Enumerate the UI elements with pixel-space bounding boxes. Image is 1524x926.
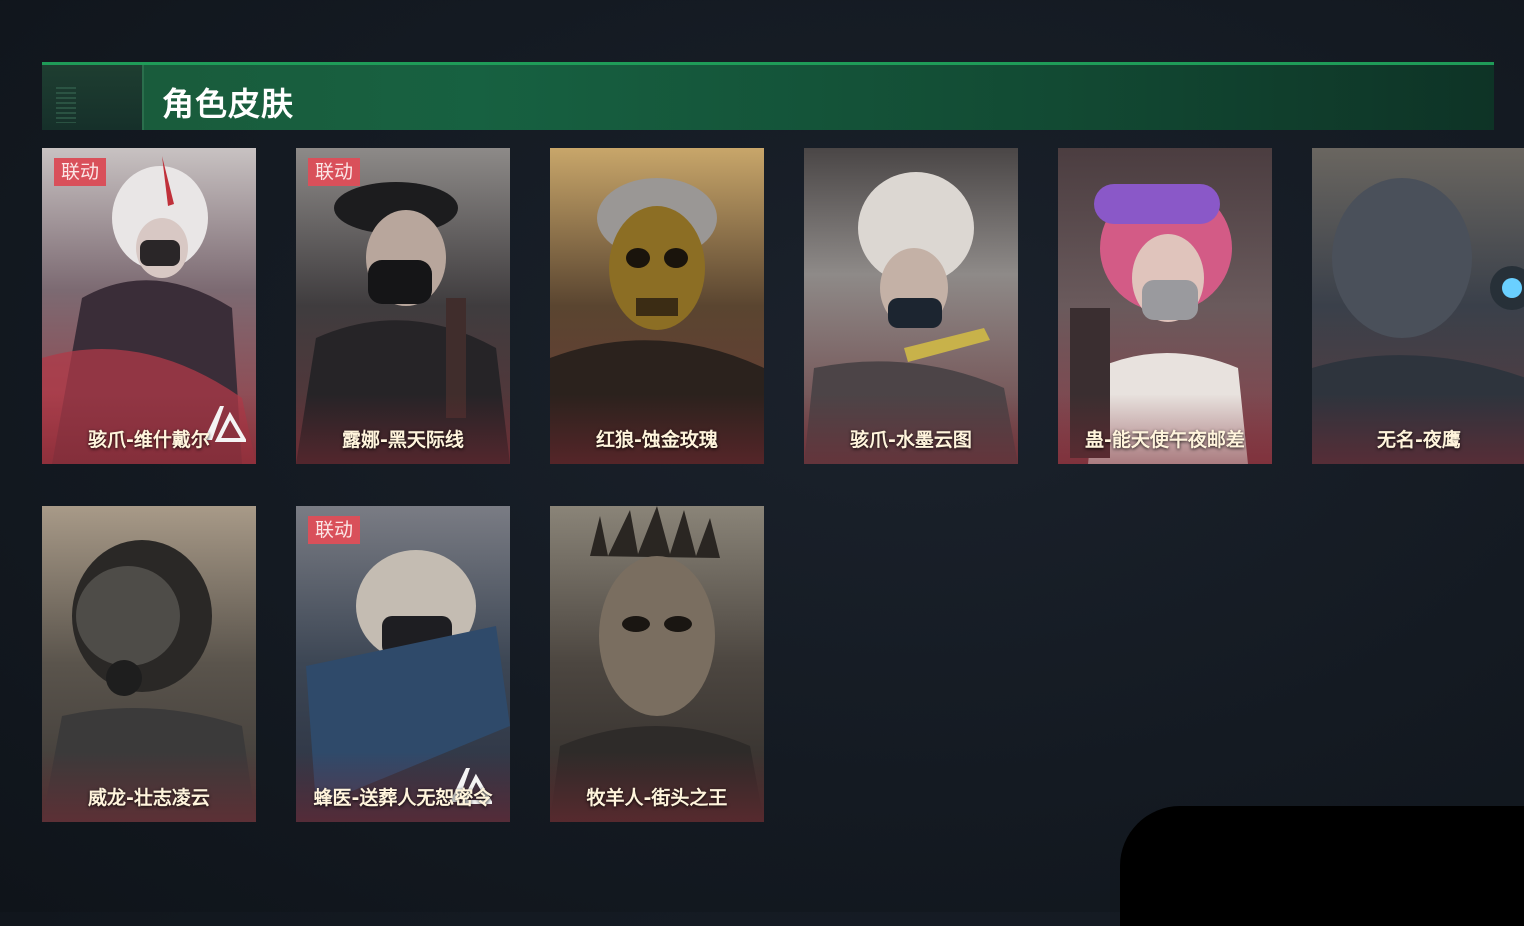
skin-card-wolf[interactable]: 红狼-蚀金玫瑰 xyxy=(550,148,764,464)
skin-card-nightowl[interactable]: 无名-夜鹰 xyxy=(1312,148,1524,464)
skin-card-shepherd[interactable]: 牧羊人-街头之王 xyxy=(550,506,764,822)
collab-badge: 联动 xyxy=(54,158,107,186)
skin-name: 蛊-能天使午夜邮差 xyxy=(1085,429,1245,451)
skin-name: 骇爪-维什戴尔 xyxy=(88,429,210,451)
collab-badge: 联动 xyxy=(308,516,361,544)
skin-name: 骇爪-水墨云图 xyxy=(850,429,972,451)
skin-card-ink[interactable]: 骇爪-水墨云图 xyxy=(804,148,1018,464)
skin-name: 蜂医-送葬人无恕密令 xyxy=(313,787,493,809)
collab-badge: 联动 xyxy=(308,158,361,186)
section-title: 角色皮肤 xyxy=(162,85,295,123)
skin-card-medic[interactable]: 联动 蜂医-送葬人无恕密令 xyxy=(296,506,510,822)
header-decoration xyxy=(42,65,144,130)
skin-card-luna[interactable]: 联动 露娜-黑天际线 xyxy=(296,148,510,464)
skin-card-gu[interactable]: 蛊-能天使午夜邮差 xyxy=(1058,148,1272,464)
skin-name: 牧羊人-街头之王 xyxy=(586,787,728,809)
dark-overlay xyxy=(1120,806,1524,926)
skin-name: 露娜-黑天际线 xyxy=(342,429,464,451)
skin-name: 威龙-壮志凌云 xyxy=(88,787,210,809)
skin-card-weilong[interactable]: 威龙-壮志凌云 xyxy=(42,506,256,822)
skin-name: 红狼-蚀金玫瑰 xyxy=(596,429,718,451)
skin-name: 无名-夜鹰 xyxy=(1377,429,1461,451)
skin-card-vyshdel[interactable]: 联动 骇爪-维什戴尔 xyxy=(42,148,256,464)
section-header: 角色皮肤 xyxy=(42,62,1494,130)
